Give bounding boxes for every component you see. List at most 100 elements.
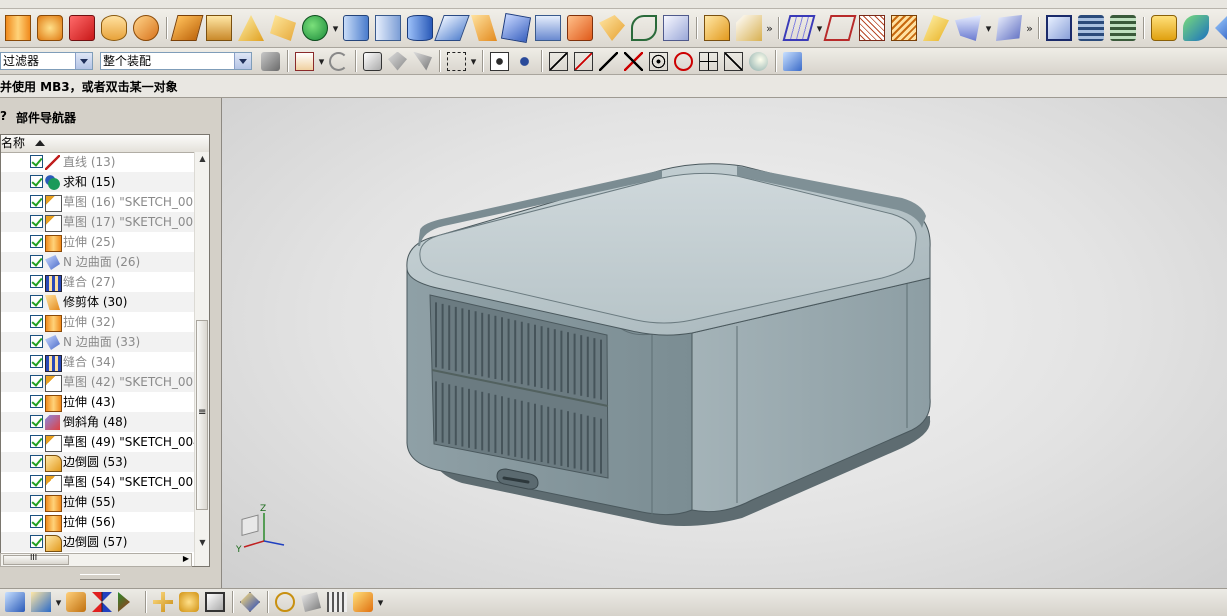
extrude-tool-icon[interactable] bbox=[5, 15, 31, 41]
visibility-checkbox[interactable] bbox=[30, 475, 43, 488]
visibility-checkbox[interactable] bbox=[30, 295, 43, 308]
tree-row[interactable]: 倒斜角 (48) bbox=[1, 412, 194, 432]
draft-tool-icon[interactable] bbox=[238, 15, 264, 41]
tree-row[interactable]: 草图 (17) "SKETCH_002 bbox=[1, 212, 194, 232]
vertical-scrollbar[interactable]: ▲ ≡ ▼ bbox=[194, 152, 209, 566]
horizontal-scroll-thumb[interactable]: III bbox=[3, 553, 69, 565]
sew-tool-icon[interactable] bbox=[535, 15, 561, 41]
exploded-view-icon[interactable] bbox=[240, 592, 260, 612]
replace-face-icon[interactable] bbox=[599, 15, 625, 41]
column-header-name[interactable]: 名称 bbox=[1, 135, 209, 153]
hole-tool-icon[interactable] bbox=[170, 15, 204, 41]
snap-midpoint-icon[interactable] bbox=[574, 51, 593, 71]
graphics-viewport[interactable]: Z Y bbox=[222, 98, 1227, 588]
wave-geometry-icon[interactable] bbox=[118, 592, 130, 612]
visibility-checkbox[interactable] bbox=[30, 515, 43, 528]
tree-row[interactable]: N 边曲面 (26) bbox=[1, 252, 194, 272]
snap-on-surface-icon[interactable] bbox=[749, 51, 768, 71]
snap-intersection-icon[interactable] bbox=[624, 51, 643, 71]
reposition-icon[interactable] bbox=[153, 592, 173, 612]
patch-tool-icon[interactable] bbox=[567, 15, 593, 41]
constraint-icon[interactable] bbox=[179, 592, 199, 612]
snap-all-icon[interactable] bbox=[490, 51, 509, 71]
visibility-checkbox[interactable] bbox=[30, 395, 43, 408]
help-icon[interactable]: ? bbox=[0, 109, 7, 123]
datum-plane-icon[interactable] bbox=[270, 15, 296, 41]
fit-view-icon[interactable] bbox=[1046, 15, 1072, 41]
tree-row[interactable]: 草图 (42) "SKETCH_003 bbox=[1, 372, 194, 392]
visibility-checkbox[interactable] bbox=[30, 355, 43, 368]
visibility-checkbox[interactable] bbox=[30, 335, 43, 348]
visibility-checkbox[interactable] bbox=[30, 175, 43, 188]
mirror-assembly-icon[interactable] bbox=[92, 592, 112, 612]
surface-grid-icon[interactable] bbox=[782, 15, 816, 41]
tree-row[interactable]: 缝合 (27) bbox=[1, 272, 194, 292]
visibility-checkbox[interactable] bbox=[30, 275, 43, 288]
snap-arc-center-icon[interactable] bbox=[649, 51, 668, 71]
filter-settings-icon[interactable] bbox=[261, 51, 280, 71]
snap-endpoint-icon[interactable] bbox=[515, 51, 534, 71]
trim-body-tool-icon[interactable] bbox=[471, 15, 497, 41]
split-body-icon[interactable] bbox=[500, 12, 532, 44]
sectioning-icon[interactable] bbox=[353, 592, 373, 612]
select-face-icon[interactable] bbox=[413, 51, 432, 71]
clearance-icon[interactable] bbox=[327, 592, 347, 612]
block-tool-icon[interactable] bbox=[69, 15, 95, 41]
feature-tree[interactable]: 名称 直线 (13) 求和 (15) 草图 (16) "SKETCH_001 草图 (… bbox=[0, 134, 210, 567]
tree-row[interactable]: 缝合 (34) bbox=[1, 352, 194, 372]
snap-line-icon[interactable] bbox=[549, 51, 568, 71]
assembly-sequence-icon[interactable] bbox=[205, 592, 225, 612]
visibility-checkbox[interactable] bbox=[30, 195, 43, 208]
tree-row[interactable]: 拉伸 (56) bbox=[1, 512, 194, 532]
tree-row[interactable]: 草图 (54) "SKETCH_005 bbox=[1, 472, 194, 492]
check-geometry-icon[interactable] bbox=[1183, 15, 1209, 41]
sort-ascending-icon[interactable] bbox=[35, 140, 45, 146]
scroll-thumb[interactable]: ≡ bbox=[196, 320, 208, 510]
tree-row[interactable]: 拉伸 (43) bbox=[1, 392, 194, 412]
pad-tool-icon[interactable] bbox=[407, 15, 433, 41]
visibility-checkbox[interactable] bbox=[30, 235, 43, 248]
revolve-tool-icon[interactable] bbox=[37, 15, 63, 41]
interference-icon[interactable] bbox=[301, 592, 321, 612]
analysis-icon[interactable] bbox=[1215, 15, 1227, 41]
tree-row[interactable]: 草图 (16) "SKETCH_001 bbox=[1, 192, 194, 212]
visibility-checkbox[interactable] bbox=[30, 315, 43, 328]
visibility-checkbox[interactable] bbox=[30, 495, 43, 508]
assembly-navigator-icon[interactable] bbox=[5, 592, 25, 612]
visibility-checkbox[interactable] bbox=[30, 375, 43, 388]
tree-row[interactable]: 拉伸 (55) bbox=[1, 492, 194, 512]
undo-icon[interactable] bbox=[329, 51, 348, 71]
visibility-checkbox[interactable] bbox=[30, 215, 43, 228]
snap-control-point-icon[interactable] bbox=[599, 51, 618, 71]
tree-row[interactable]: 修剪体 (30) bbox=[1, 292, 194, 312]
housing-model[interactable] bbox=[406, 163, 931, 527]
panel-splitter[interactable] bbox=[80, 574, 120, 580]
cone-tool-icon[interactable] bbox=[133, 15, 159, 41]
visibility-checkbox[interactable] bbox=[30, 255, 43, 268]
visibility-checkbox[interactable] bbox=[30, 455, 43, 468]
tree-row[interactable]: N 边曲面 (33) bbox=[1, 332, 194, 352]
chevron-down-icon[interactable] bbox=[75, 53, 92, 69]
visibility-checkbox[interactable] bbox=[30, 435, 43, 448]
scope-combo[interactable]: 整个装配 bbox=[100, 52, 252, 70]
through-curves-icon[interactable] bbox=[823, 15, 857, 41]
thicken-tool-icon[interactable] bbox=[434, 15, 470, 41]
snap-quadrant-icon[interactable] bbox=[674, 51, 693, 71]
tree-row[interactable]: 草图 (49) "SKETCH_004 bbox=[1, 432, 194, 452]
variational-sweep-icon[interactable] bbox=[923, 15, 949, 41]
scroll-right-icon[interactable]: ▶ bbox=[183, 554, 189, 563]
tree-row[interactable]: 直线 (13) bbox=[1, 152, 194, 172]
offset-face-icon[interactable] bbox=[375, 15, 401, 41]
display-mode-icon[interactable] bbox=[783, 51, 802, 71]
select-body-icon[interactable] bbox=[363, 51, 382, 71]
tree-row[interactable]: 边倒圆 (53) bbox=[1, 452, 194, 472]
chain-link-icon[interactable] bbox=[275, 592, 295, 612]
snap-existing-point-icon[interactable] bbox=[699, 51, 718, 71]
through-mesh-icon[interactable] bbox=[859, 15, 885, 41]
tree-row[interactable]: 求和 (15) bbox=[1, 172, 194, 192]
coordinate-triad[interactable]: Z Y bbox=[235, 504, 285, 555]
scroll-up-icon[interactable]: ▲ bbox=[196, 152, 209, 165]
information-icon[interactable] bbox=[1151, 15, 1177, 41]
layer-settings-icon[interactable] bbox=[1078, 15, 1104, 41]
visibility-checkbox[interactable] bbox=[30, 155, 43, 168]
